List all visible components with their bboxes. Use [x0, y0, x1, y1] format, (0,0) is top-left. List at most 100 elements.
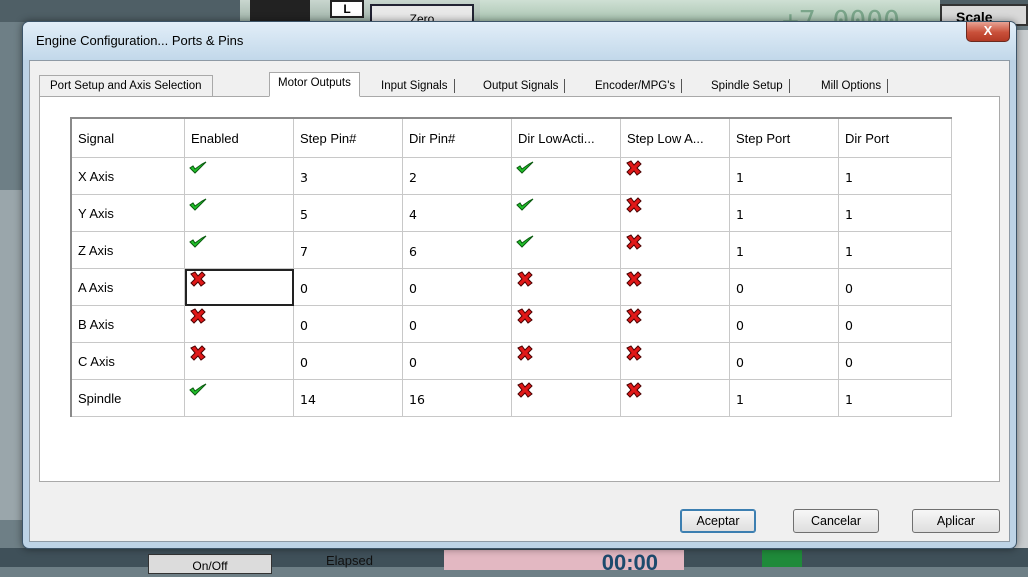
cell-step-pin[interactable]: 7	[293, 231, 403, 269]
red-x-icon	[625, 382, 643, 401]
red-x-icon	[516, 382, 534, 401]
header-enabled[interactable]: Enabled	[184, 117, 294, 158]
cell-dir-low-active[interactable]	[511, 342, 621, 380]
green-checkmark-icon	[189, 235, 207, 253]
cell-dir-low-active[interactable]	[511, 268, 621, 306]
red-x-icon	[625, 308, 643, 327]
cell-step-port[interactable]: 0	[729, 305, 839, 343]
tab-port-setup[interactable]: Port Setup and Axis Selection	[39, 75, 213, 96]
cell-step-port[interactable]: 1	[729, 231, 839, 269]
cell-dir-low-active[interactable]	[511, 231, 621, 269]
cell-dir-port[interactable]: 0	[838, 305, 952, 343]
cell-step-low-active[interactable]	[620, 379, 730, 417]
background-elapsed-label: Elapsed	[326, 553, 373, 568]
header-step-low-active[interactable]: Step Low A...	[620, 117, 730, 158]
row-signal-label: Z Axis	[70, 231, 185, 269]
cell-dir-low-active[interactable]	[511, 305, 621, 343]
green-checkmark-icon	[516, 235, 534, 253]
cell-step-port[interactable]: 0	[729, 342, 839, 380]
cell-step-port[interactable]: 1	[729, 379, 839, 417]
accept-button[interactable]: Aceptar	[680, 509, 756, 533]
dialog-titlebar[interactable]: Engine Configuration... Ports & Pins X	[23, 22, 1016, 60]
row-signal-label: Y Axis	[70, 194, 185, 232]
dialog-client-area: Port Setup and Axis Selection Motor Outp…	[29, 60, 1010, 542]
green-checkmark-icon	[189, 383, 207, 401]
table-row: Spindle 14 16 1 1	[70, 379, 952, 417]
tab-mill-options[interactable]: Mill Options	[815, 79, 889, 93]
cell-dir-port[interactable]: 1	[838, 379, 952, 417]
cell-enabled[interactable]	[184, 268, 294, 306]
cell-dir-pin[interactable]: 2	[402, 157, 512, 195]
table-row: Z Axis 7 6 1 1	[70, 231, 952, 269]
cell-dir-pin[interactable]: 4	[402, 194, 512, 232]
cell-dir-low-active[interactable]	[511, 157, 621, 195]
tab-strip: Port Setup and Axis Selection Motor Outp…	[39, 71, 939, 97]
header-dir-port[interactable]: Dir Port	[838, 117, 952, 158]
cell-step-port[interactable]: 1	[729, 157, 839, 195]
cell-dir-pin[interactable]: 0	[402, 342, 512, 380]
cell-enabled[interactable]	[184, 379, 294, 417]
cell-step-low-active[interactable]	[620, 231, 730, 269]
cell-enabled[interactable]	[184, 231, 294, 269]
cell-step-low-active[interactable]	[620, 268, 730, 306]
cell-dir-port[interactable]: 1	[838, 157, 952, 195]
background-l-button[interactable]: L	[330, 0, 364, 18]
cell-dir-port[interactable]: 1	[838, 194, 952, 232]
cell-step-pin[interactable]: 3	[293, 157, 403, 195]
cell-step-pin[interactable]: 14	[293, 379, 403, 417]
cell-dir-low-active[interactable]	[511, 379, 621, 417]
tab-spindle-setup[interactable]: Spindle Setup	[705, 79, 790, 93]
header-step-pin[interactable]: Step Pin#	[293, 117, 403, 158]
cell-step-pin[interactable]: 5	[293, 194, 403, 232]
cell-enabled[interactable]	[184, 194, 294, 232]
header-step-port[interactable]: Step Port	[729, 117, 839, 158]
cell-dir-port[interactable]: 1	[838, 231, 952, 269]
tab-encoder-mpg[interactable]: Encoder/MPG's	[589, 79, 683, 93]
table-row: A Axis 0 0 0 0	[70, 268, 952, 306]
cell-step-low-active[interactable]	[620, 342, 730, 380]
cell-dir-pin[interactable]: 0	[402, 305, 512, 343]
tab-input-signals[interactable]: Input Signals	[375, 79, 455, 93]
motor-outputs-grid: Signal Enabled Step Pin# Dir Pin# Dir Lo…	[70, 117, 952, 417]
header-dir-pin[interactable]: Dir Pin#	[402, 117, 512, 158]
red-x-icon	[516, 271, 534, 290]
cell-step-port[interactable]: 0	[729, 268, 839, 306]
cell-step-low-active[interactable]	[620, 305, 730, 343]
row-signal-label: C Axis	[70, 342, 185, 380]
cell-dir-pin[interactable]: 0	[402, 268, 512, 306]
cell-enabled[interactable]	[184, 342, 294, 380]
cell-step-low-active[interactable]	[620, 194, 730, 232]
cell-step-pin[interactable]: 0	[293, 268, 403, 306]
red-x-icon	[516, 345, 534, 364]
cell-dir-pin[interactable]: 16	[402, 379, 512, 417]
background-onoff-button[interactable]: On/Off	[148, 554, 272, 574]
cell-step-pin[interactable]: 0	[293, 305, 403, 343]
grid-header-row: Signal Enabled Step Pin# Dir Pin# Dir Lo…	[70, 117, 952, 158]
red-x-icon	[189, 345, 207, 364]
header-dir-low-active[interactable]: Dir LowActi...	[511, 117, 621, 158]
cell-step-port[interactable]: 1	[729, 194, 839, 232]
tab-motor-outputs[interactable]: Motor Outputs	[269, 72, 360, 97]
close-button[interactable]: X	[966, 22, 1010, 42]
red-x-icon	[625, 197, 643, 216]
cell-enabled[interactable]	[184, 157, 294, 195]
close-icon: X	[983, 23, 993, 38]
table-row: X Axis 3 2 1 1	[70, 157, 952, 195]
tab-output-signals[interactable]: Output Signals	[477, 79, 566, 93]
cell-enabled[interactable]	[184, 305, 294, 343]
table-row: B Axis 0 0 0 0	[70, 305, 952, 343]
apply-button[interactable]: Aplicar	[912, 509, 1000, 533]
cell-dir-port[interactable]: 0	[838, 268, 952, 306]
table-row: C Axis 0 0 0 0	[70, 342, 952, 380]
red-x-icon	[516, 308, 534, 327]
header-signal: Signal	[70, 117, 185, 158]
cell-dir-low-active[interactable]	[511, 194, 621, 232]
cell-step-pin[interactable]: 0	[293, 342, 403, 380]
cell-step-low-active[interactable]	[620, 157, 730, 195]
cell-dir-port[interactable]: 0	[838, 342, 952, 380]
green-checkmark-icon	[189, 198, 207, 216]
cancel-button[interactable]: Cancelar	[793, 509, 879, 533]
engine-config-dialog: Engine Configuration... Ports & Pins X P…	[22, 21, 1017, 549]
red-x-icon	[625, 345, 643, 364]
cell-dir-pin[interactable]: 6	[402, 231, 512, 269]
